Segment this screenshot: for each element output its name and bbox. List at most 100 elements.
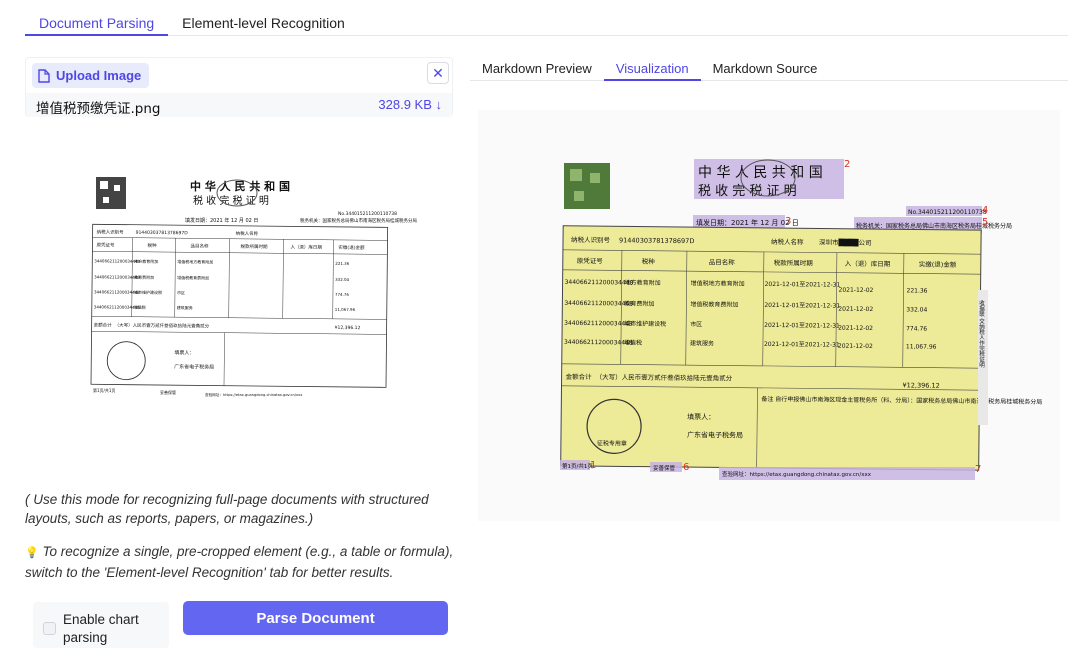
- file-download-link[interactable]: 328.9 KB ↓: [378, 97, 442, 112]
- vis-row-cert: 344066211200034448: [564, 320, 633, 328]
- doc-number: No.344015211200110738: [338, 211, 397, 217]
- vis-row-tax: 教育费附加: [624, 299, 654, 307]
- doc-filler-label: 填票人：: [174, 349, 194, 356]
- chart-parsing-checkbox[interactable]: [43, 622, 56, 635]
- doc-title-line1: 中 华 人 民 共 和 国: [190, 179, 290, 193]
- vis-fill-date: 填发日期：2021 年 12 月 02 日: [696, 218, 799, 227]
- element-hint: 💡 To recognize a single, pre-cropped ele…: [25, 542, 465, 582]
- doc-row-amount: 11,067.96: [335, 307, 356, 312]
- vis-filler-name: 广东省电子税务局: [687, 430, 743, 440]
- box-number: 5: [982, 217, 988, 228]
- uploaded-file-box: Upload Image ✕ 增值税预缴凭证.png 328.9 KB ↓: [25, 57, 453, 117]
- document-image: 中 华 人 民 共 和 国 税 收 完 税 证 明 No.34401521120…: [90, 177, 417, 397]
- tab-document-parsing[interactable]: Document Parsing: [25, 8, 169, 36]
- vis-row-amount: 774.76: [906, 325, 927, 332]
- vis-row-tax: 地方教育附加: [625, 278, 661, 286]
- vis-row-tax: 城市维护建设税: [624, 319, 666, 327]
- vis-row-cert: 344066211200034448: [564, 339, 633, 347]
- parse-document-button[interactable]: Parse Document: [183, 601, 448, 635]
- doc-total-amount: ¥12,396.12: [335, 325, 361, 331]
- vis-title-line2: 税 收 完 税 证 明: [698, 184, 797, 199]
- vis-footer-left: 第1页/共1页: [562, 462, 593, 470]
- vis-taxpayer-id: 91440303781378697D: [619, 236, 694, 245]
- vis-footer-right: 查验网址：https://etax.guangdong.chinatax.gov…: [722, 470, 872, 478]
- upload-image-button[interactable]: Upload Image: [32, 63, 150, 88]
- box-number: 7: [975, 464, 981, 475]
- official-seal: [106, 341, 146, 381]
- vis-row-date: 2021-12-02: [838, 325, 873, 332]
- file-row: 增值税预缴凭证.png 328.9 KB ↓: [26, 93, 452, 117]
- vis-row-cert: 344066211200034448: [564, 300, 633, 308]
- vis-row-amount: 332.04: [906, 306, 927, 313]
- doc-header-amount: 实缴(退)金额: [338, 244, 365, 251]
- vis-row-date: 2021-12-02: [838, 343, 873, 350]
- uploaded-image-preview: 中 华 人 民 共 和 国 税 收 完 税 证 明 No.34401521120…: [35, 140, 445, 428]
- mode-tabs: Document Parsing Element-level Recogniti…: [25, 8, 1068, 36]
- vis-row-cert: 344066211200034448: [565, 279, 634, 287]
- layout-visualization: 中 华 人 民 共 和 国 税 收 完 税 证 明 2 填发日期：2021 年 …: [560, 159, 1042, 480]
- element-hint-text: To recognize a single, pre-cropped eleme…: [25, 544, 454, 580]
- doc-footer-mid: 妥善保管: [160, 389, 176, 395]
- file-icon: [38, 68, 50, 83]
- vis-header-date: 入（退）库日期: [845, 259, 891, 268]
- vis-row-period: 2021-12-01至2021-12-31: [765, 281, 841, 289]
- vis-filler-label: 填票人：: [687, 412, 715, 421]
- vis-header-period: 税款所属时期: [774, 258, 814, 267]
- doc-taxpayer-id-label: 纳税人识别号: [97, 228, 125, 235]
- vis-title-line1: 中 华 人 民 共 和 国: [698, 165, 823, 181]
- vis-row-tax: 增值税: [624, 338, 642, 346]
- vis-number: No.344015211200110738: [908, 209, 987, 216]
- full-page-hint: ( Use this mode for recognizing full-pag…: [25, 492, 429, 526]
- tab-visualization[interactable]: Visualization: [603, 57, 701, 81]
- visualization-panel: 中 华 人 民 共 和 国 税 收 完 税 证 明 2 填发日期：2021 年 …: [478, 110, 1060, 521]
- vis-row-date: 2021-12-02: [838, 306, 873, 313]
- vis-row-period: 2021-12-01至2021-12-31: [764, 302, 840, 310]
- vis-row-amount: 221.36: [906, 287, 927, 294]
- doc-row-amount: 774.76: [335, 292, 350, 297]
- vis-total-amount: ¥12,396.12: [902, 381, 939, 389]
- close-icon[interactable]: ✕: [427, 62, 449, 84]
- doc-row-item: 增值税教育费附加: [177, 274, 209, 280]
- box-number: 2: [844, 159, 850, 170]
- vis-stamp-text: 征税专用章: [597, 439, 627, 447]
- doc-row-tax: 增值税: [134, 304, 146, 310]
- vis-row-item: 增值税教育费附加: [690, 300, 738, 309]
- vis-taxpayer-id-label: 纳税人识别号: [571, 235, 611, 244]
- vis-side-text: 收据联 交纳税人作完税证明: [978, 299, 985, 369]
- doc-row-tax: 地方教育附加: [134, 258, 158, 264]
- box-number: 4: [982, 205, 988, 216]
- upload-image-label: Upload Image: [56, 68, 142, 83]
- doc-row-tax: 城市维护建设税: [134, 289, 162, 295]
- doc-total-text: （大写）人民币壹万贰仟叁佰玖拾陆元壹角贰分: [115, 322, 210, 330]
- doc-header-item: 品目名称: [190, 242, 209, 249]
- vis-header-item: 品目名称: [709, 257, 736, 266]
- box-number: 6: [683, 462, 689, 473]
- doc-row-amount: 332.04: [335, 277, 350, 282]
- doc-row-item: 建筑服务: [177, 304, 193, 310]
- chart-parsing-toggle[interactable]: Enable chart parsing: [33, 602, 169, 648]
- box-number: 1: [590, 460, 596, 471]
- tab-element-level-recognition[interactable]: Element-level Recognition: [168, 8, 359, 36]
- vis-total-text: （大写）人民币壹万贰仟叁佰玖拾陆元壹角贰分: [596, 372, 733, 382]
- doc-header-cert: 原凭证号: [96, 241, 115, 248]
- doc-row-item: 市区: [177, 289, 185, 295]
- file-name: 增值税预缴凭证.png: [36, 101, 161, 117]
- tab-markdown-preview[interactable]: Markdown Preview: [470, 57, 604, 81]
- vis-taxpayer-name-label: 纳税人名称: [771, 237, 804, 246]
- doc-footer-right: 查验网址：https://etax.guangdong.chinatax.gov…: [205, 392, 303, 397]
- vis-row-item: 市区: [690, 320, 702, 328]
- vis-total-label: 金额合计: [566, 372, 593, 381]
- vis-row-item: 建筑服务: [690, 339, 714, 347]
- vis-row-period: 2021-12-01至2021-12-31: [764, 341, 840, 349]
- doc-header-tax: 税种: [147, 242, 157, 249]
- doc-taxpayer-id: 91440303781378697D: [136, 230, 189, 237]
- doc-row-amount: 221.36: [335, 261, 350, 266]
- doc-row-tax: 教育费附加: [134, 274, 154, 280]
- doc-total-label: 金额合计: [94, 321, 113, 328]
- vis-row-period: 2021-12-01至2021-12-31: [764, 322, 840, 330]
- tab-markdown-source[interactable]: Markdown Source: [701, 57, 830, 81]
- doc-footer-left: 第1页/共1页: [93, 387, 115, 393]
- doc-tax-authority: 税务机关：国家税务总局佛山市南海区税务局桂城税务分局: [300, 217, 417, 224]
- vis-header-amount: 实缴(退)金额: [919, 260, 957, 269]
- lightbulb-icon: 💡: [25, 547, 39, 559]
